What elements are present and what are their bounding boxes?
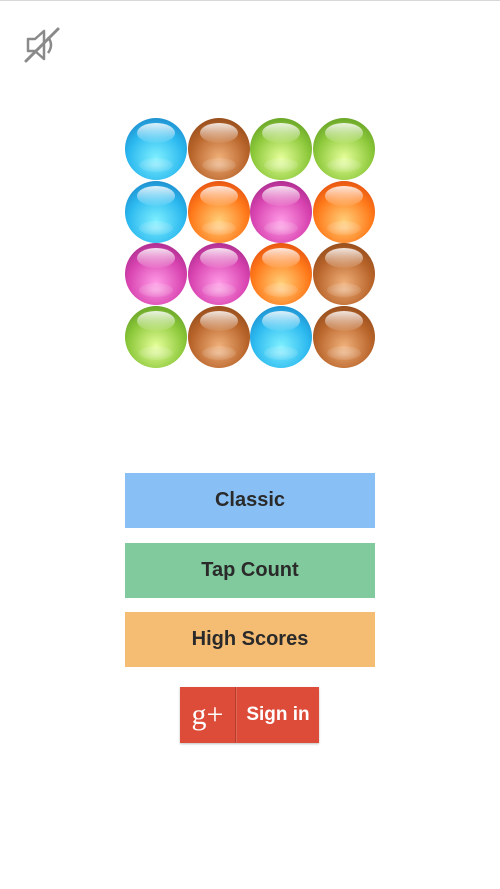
ball-magenta [187,243,250,305]
ball-green [125,305,187,368]
ball-green [250,118,312,180]
classic-mode-button[interactable]: Classic [125,473,375,528]
main-menu-screen: Classic Tap Count High Scores g+ Sign in [0,0,500,889]
sign-in-label: Sign in [236,687,319,743]
mute-toggle-button[interactable] [20,23,64,67]
ball-orange [312,180,375,243]
ball-magenta [125,243,187,305]
ball-magenta [250,180,312,243]
ball-brown [187,305,250,368]
sound-off-icon [24,27,60,63]
ball-orange [250,243,312,305]
ball-orange [187,180,250,243]
ball-blue [125,118,187,180]
game-logo-ball-grid [125,118,375,368]
ball-green [312,118,375,180]
ball-blue [125,180,187,243]
google-plus-sign-in-button[interactable]: g+ Sign in [180,687,319,743]
ball-brown [312,305,375,368]
google-plus-icon: g+ [180,687,236,743]
ball-brown [312,243,375,305]
ball-brown [187,118,250,180]
tap-count-mode-button[interactable]: Tap Count [125,543,375,598]
high-scores-button[interactable]: High Scores [125,612,375,667]
ball-blue [250,305,312,368]
